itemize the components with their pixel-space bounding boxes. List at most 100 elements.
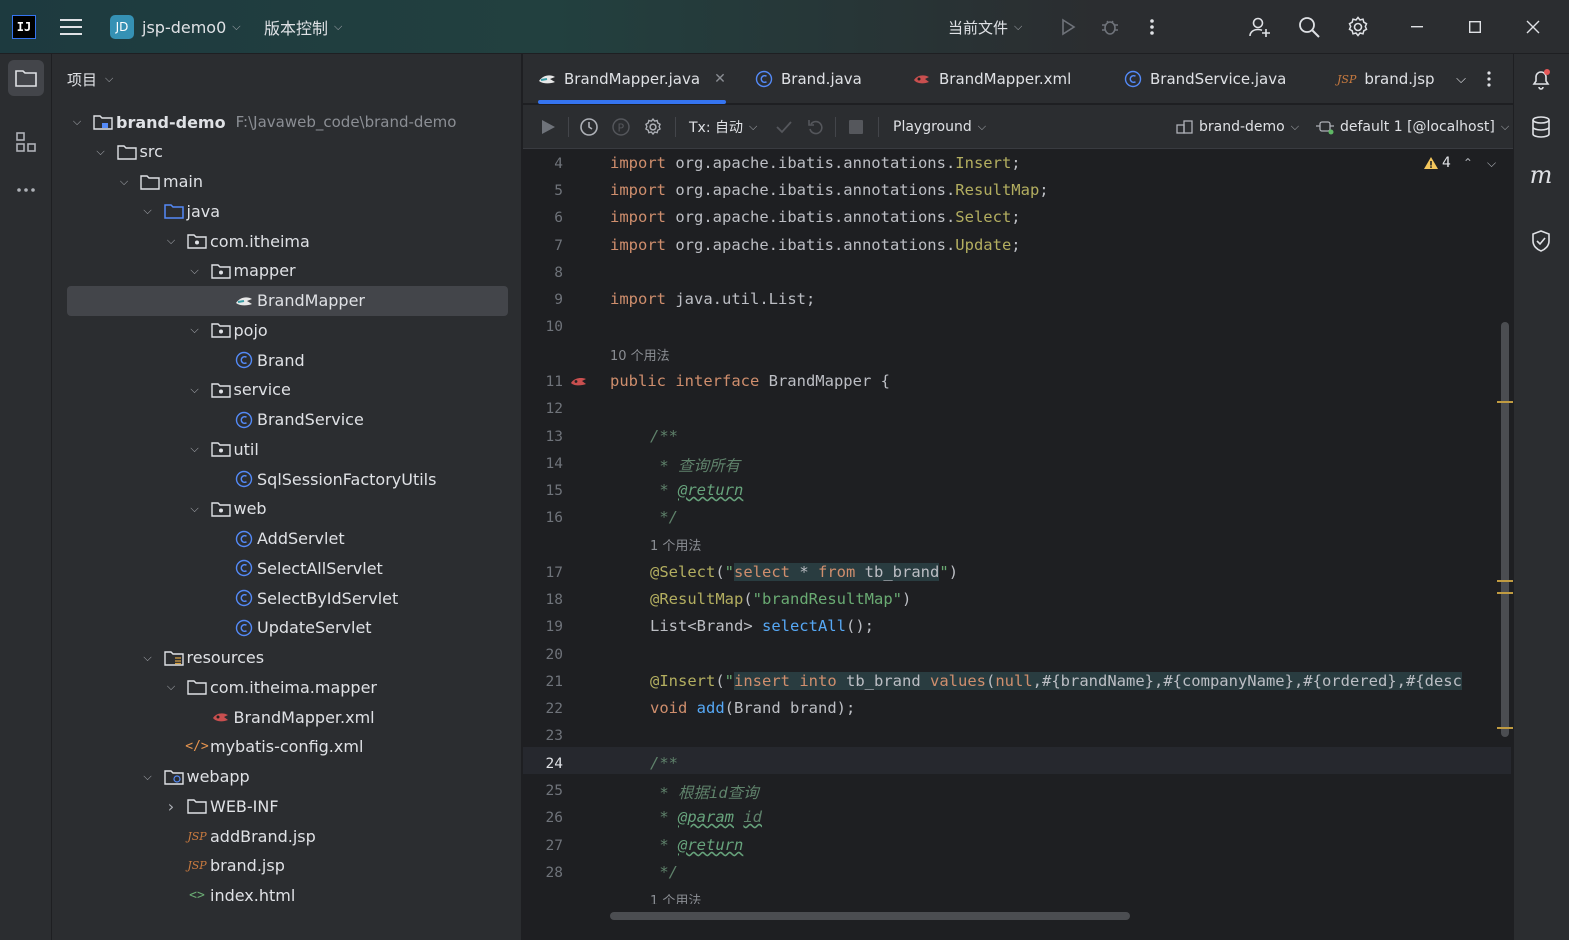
chevron-up-icon[interactable]: ⌃ [1463, 156, 1473, 170]
tree-item-src[interactable]: ⌵ src [52, 137, 512, 167]
tree-item-web-inf[interactable]: › WEB-INF [52, 791, 512, 821]
line-number[interactable]: 9 [523, 292, 563, 308]
pin-p-icon[interactable]: P [611, 105, 631, 149]
tab-brand-java[interactable]: Brand.java [755, 54, 862, 104]
project-folder-icon[interactable] [8, 60, 44, 96]
chevron-down-icon[interactable]: ⌵ [188, 264, 202, 278]
line-number[interactable]: 26 [523, 810, 563, 826]
project-panel-header[interactable]: 项目 ⌵ [52, 54, 521, 104]
tree-item-webapp[interactable]: ⌵ webapp [52, 762, 512, 792]
tree-item-com-itheima-mapper[interactable]: ⌵ com.itheima.mapper [52, 672, 512, 702]
mapper-gutter-icon[interactable] [570, 374, 588, 392]
tree-item-updateservlet[interactable]: UpdateServlet [52, 613, 512, 643]
chevron-down-icon[interactable]: ⌵ [164, 234, 178, 248]
tree-item-brandmapper[interactable]: BrandMapper [67, 285, 508, 316]
datasource-selector[interactable]: brand-demo ⌵ [1176, 105, 1299, 149]
line-number[interactable]: 22 [523, 701, 563, 717]
tree-item-selectbyidservlet[interactable]: SelectByIdServlet [52, 583, 512, 613]
notifications-bell-icon[interactable] [1526, 64, 1556, 94]
tree-item-mapper[interactable]: ⌵ mapper [52, 256, 512, 286]
tree-item-brand[interactable]: Brand [52, 345, 512, 375]
tree-item-index-html[interactable]: <> index.html [52, 881, 512, 911]
tree-item-brandservice[interactable]: BrandService [52, 405, 512, 435]
line-number[interactable]: 15 [523, 483, 563, 499]
chevron-down-icon[interactable]: ⌵ [94, 145, 108, 159]
history-clock-icon[interactable] [579, 105, 599, 149]
tree-item-pojo[interactable]: ⌵ pojo [52, 315, 512, 345]
chevron-down-icon[interactable]: ⌵ [188, 323, 202, 337]
editor-horizontal-scrollbar[interactable] [610, 912, 1130, 920]
chevron-down-icon[interactable]: ⌵ [188, 442, 202, 456]
line-number[interactable]: 23 [523, 728, 563, 744]
add-user-icon[interactable] [1246, 13, 1274, 41]
tab-brand-jsp[interactable]: JSP brand.jsp [1337, 54, 1435, 104]
intellij-logo-icon[interactable]: IJ [12, 0, 40, 54]
tree-item-com-itheima[interactable]: ⌵ com.itheima [52, 226, 512, 256]
more-vertical-icon[interactable] [1475, 65, 1503, 93]
vcs-menu[interactable]: 版本控制 ⌵ [264, 0, 342, 54]
tree-item-brand-jsp[interactable]: JSP brand.jsp [52, 851, 512, 881]
usages-hint[interactable]: 10 个用法 [610, 345, 670, 364]
warning-marker[interactable] [1497, 592, 1513, 594]
settings-gear-icon[interactable] [1344, 13, 1372, 41]
chevron-down-icon[interactable]: ⌵ [188, 383, 202, 397]
usages-hint[interactable]: 1 个用法 [650, 535, 701, 554]
tab-brandmapper-java[interactable]: BrandMapper.java ✕ [538, 54, 726, 104]
close-window-icon[interactable] [1518, 12, 1548, 42]
usages-hint[interactable]: 1 个用法 [650, 890, 701, 904]
maximize-icon[interactable] [1460, 12, 1490, 42]
run-icon[interactable] [1054, 13, 1082, 41]
settings-gear-icon[interactable] [643, 105, 663, 149]
search-icon[interactable] [1295, 13, 1323, 41]
chevron-down-icon[interactable]: ⌵ [141, 770, 155, 784]
tree-item-resources[interactable]: ⌵ resources [52, 643, 512, 673]
tree-item-mybatis-config-xml[interactable]: </> mybatis-config.xml [52, 732, 512, 762]
tab-brandservice-java[interactable]: BrandService.java [1124, 54, 1286, 104]
tree-item-util[interactable]: ⌵ util [52, 434, 512, 464]
more-horizontal-icon[interactable] [8, 172, 44, 208]
session-selector[interactable]: default 1 [@localhost] ⌵ [1315, 105, 1509, 149]
warning-marker[interactable] [1497, 580, 1513, 582]
playground-selector[interactable]: Playground ⌵ [893, 105, 986, 149]
line-number[interactable]: 13 [523, 429, 563, 445]
chevron-down-icon[interactable]: ⌵ [188, 502, 202, 516]
main-menu-icon[interactable] [60, 0, 90, 54]
minimize-icon[interactable] [1402, 12, 1432, 42]
line-number[interactable]: 27 [523, 838, 563, 854]
commit-check-icon[interactable] [775, 105, 793, 149]
run-config-selector[interactable]: 当前文件 ⌵ [948, 0, 1022, 54]
tab-brandmapper-xml[interactable]: BrandMapper.xml [913, 54, 1071, 104]
tree-item-addbrand-jsp[interactable]: JSP addBrand.jsp [52, 821, 512, 851]
line-number[interactable]: 20 [523, 647, 563, 663]
line-number[interactable]: 19 [523, 619, 563, 635]
chevron-down-icon[interactable]: ⌵ [117, 175, 131, 189]
tree-item-sqlsessionfactoryutils[interactable]: SqlSessionFactoryUtils [52, 464, 512, 494]
chevron-down-icon[interactable]: ⌵ [164, 680, 178, 694]
security-shield-icon[interactable] [1526, 226, 1556, 256]
tree-item-selectallservlet[interactable]: SelectAllServlet [52, 553, 512, 583]
more-vertical-icon[interactable] [1138, 13, 1166, 41]
rollback-icon[interactable] [807, 105, 825, 149]
chevron-down-icon[interactable]: ⌵ [141, 204, 155, 218]
stop-icon[interactable] [848, 105, 864, 149]
line-number[interactable]: 6 [523, 210, 563, 226]
editor-vertical-scrollbar[interactable] [1501, 322, 1509, 737]
line-number[interactable]: 7 [523, 238, 563, 254]
tree-item-main[interactable]: ⌵ main [52, 167, 512, 197]
line-number[interactable]: 16 [523, 510, 563, 526]
close-tab-icon[interactable]: ✕ [714, 71, 726, 87]
chevron-down-icon[interactable]: ⌵ [1487, 156, 1496, 171]
code-editor[interactable]: 4 5 6 7 8 9 10 11 12 13 14 15 16 17 18 19 20 21 22 23 24 25 26… [523, 150, 1513, 920]
maven-m-icon[interactable]: m [1526, 160, 1556, 190]
warning-marker[interactable] [1497, 401, 1513, 403]
tree-item-web[interactable]: ⌵ web [52, 494, 512, 524]
line-number[interactable]: 28 [523, 865, 563, 881]
database-icon[interactable] [1526, 112, 1556, 142]
line-number[interactable]: 25 [523, 783, 563, 799]
structure-icon[interactable] [8, 124, 44, 160]
line-number[interactable]: 4 [523, 156, 563, 172]
chevron-down-icon[interactable]: ⌵ [70, 115, 84, 129]
line-number[interactable]: 8 [523, 265, 563, 281]
line-number[interactable]: 11 [523, 374, 563, 390]
project-switcher[interactable]: JD jsp-demo0 ⌵ [110, 0, 241, 54]
